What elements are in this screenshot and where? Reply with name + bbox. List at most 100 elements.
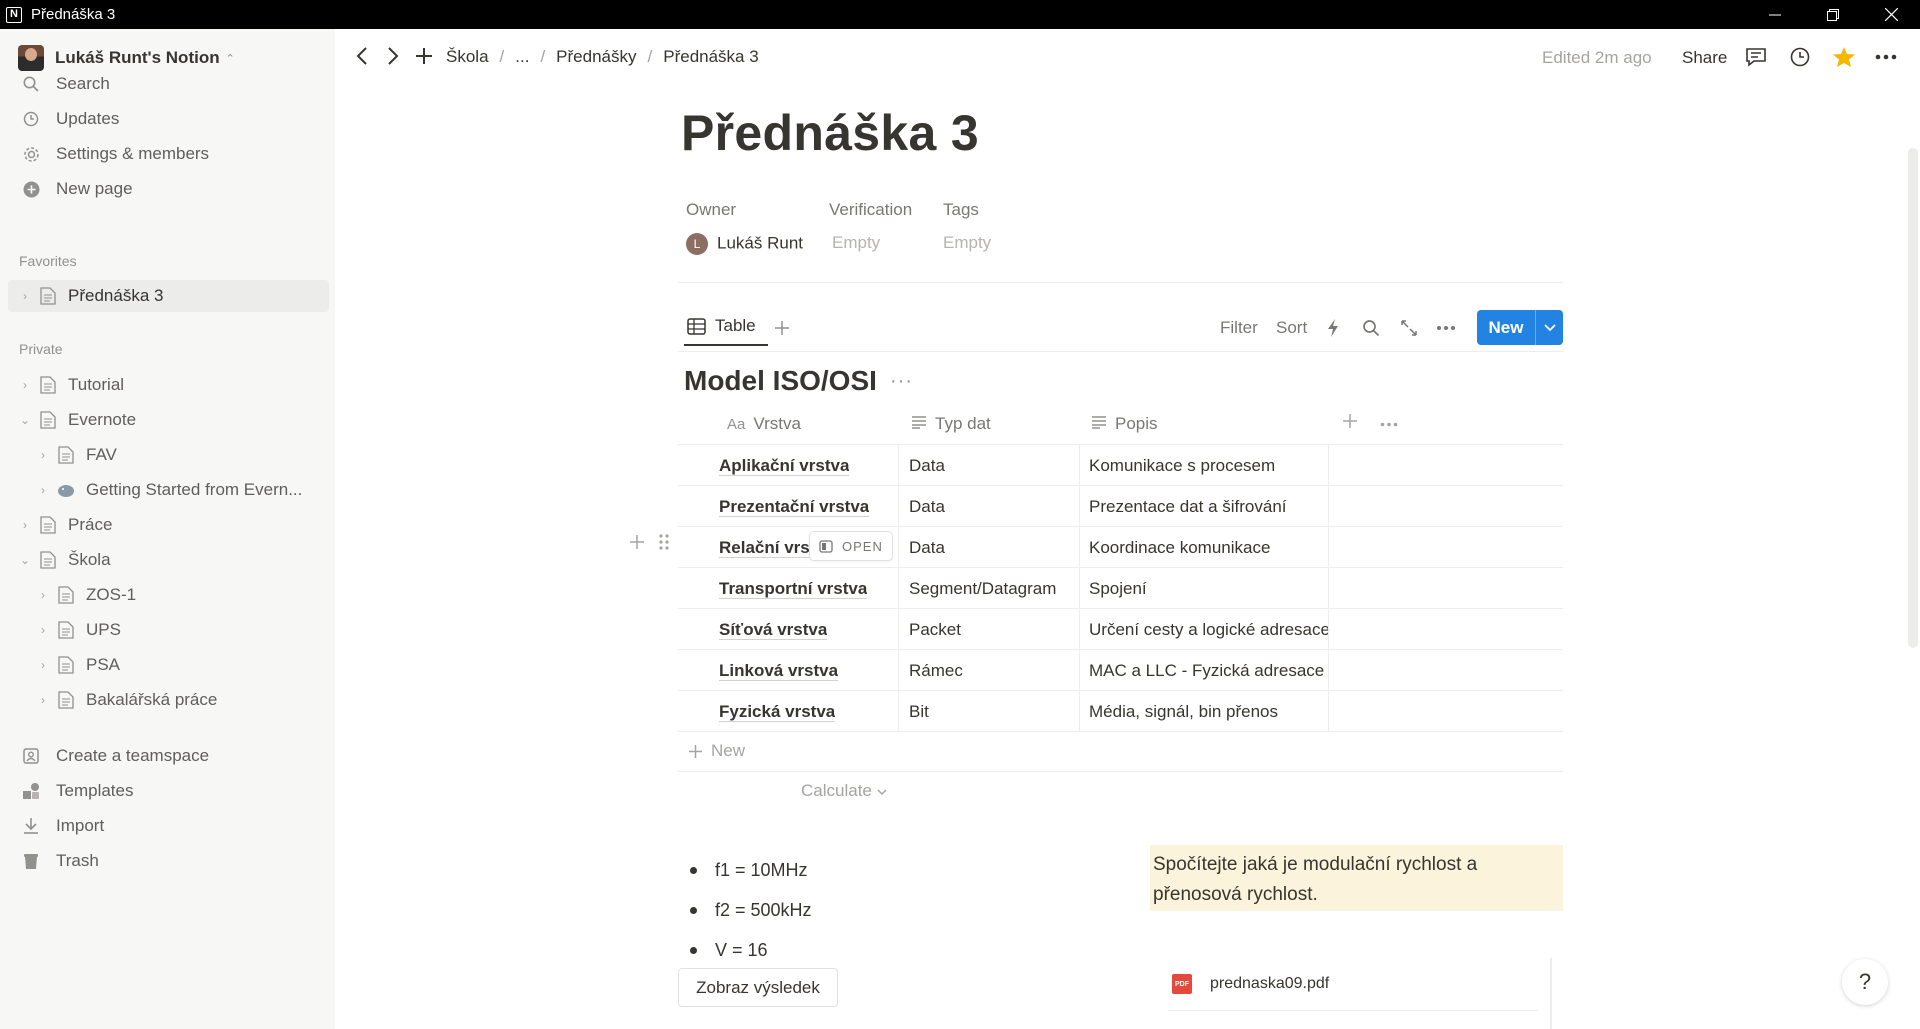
sidebar-templates[interactable]: Templates	[8, 775, 329, 807]
comment-icon[interactable]	[1743, 44, 1769, 70]
sidebar-create-teamspace[interactable]: Create a teamspace	[8, 740, 329, 772]
cell-vrstva[interactable]: Transportní vrstva	[719, 568, 868, 609]
list-item[interactable]: f1 = 10MHz	[690, 850, 812, 890]
cell-popis[interactable]: Spojení	[1089, 568, 1147, 609]
cell-popis[interactable]: Média, signál, bin přenos	[1089, 691, 1278, 732]
verification-value[interactable]: Empty	[832, 233, 880, 253]
sidebar-item-evernote[interactable]: ⌄ Evernote	[8, 404, 329, 436]
show-result-button[interactable]: Zobraz výsledek	[678, 968, 838, 1007]
breadcrumb-prednaska-3[interactable]: Přednáška 3	[663, 47, 758, 67]
tags-value[interactable]: Empty	[943, 233, 991, 253]
sidebar-import[interactable]: Import	[8, 810, 329, 842]
minimize-button[interactable]	[1746, 0, 1804, 29]
cell-vrstva[interactable]: Fyzická vrstva	[719, 691, 836, 732]
expand-icon[interactable]	[1397, 316, 1421, 340]
help-button[interactable]: ?	[1842, 959, 1888, 1005]
cell-vrstva[interactable]: Relační vrst	[719, 527, 816, 568]
page-title[interactable]: Přednáška 3	[681, 104, 979, 162]
close-window-button[interactable]	[1862, 0, 1920, 29]
cell-popis[interactable]: Komunikace s procesem	[1089, 445, 1275, 486]
chevron-right-icon[interactable]: ›	[18, 378, 32, 392]
sidebar-item-tutorial[interactable]: › Tutorial	[8, 369, 329, 401]
back-arrow-icon[interactable]	[355, 46, 369, 72]
chevron-right-icon[interactable]: ›	[36, 658, 50, 672]
cell-popis[interactable]: Koordinace komunikace	[1089, 527, 1270, 568]
chevron-right-icon[interactable]: ›	[18, 518, 32, 532]
sidebar-item-zos-1[interactable]: › ZOS-1	[8, 579, 329, 611]
owner-value[interactable]: L Lukáš Runt	[686, 233, 803, 255]
sidebar-trash[interactable]: Trash	[8, 845, 329, 877]
add-view-plus-icon[interactable]	[770, 316, 794, 340]
share-button[interactable]: Share	[1682, 48, 1727, 68]
chevron-right-icon[interactable]: ›	[36, 693, 50, 707]
sidebar-settings[interactable]: Settings & members	[8, 138, 329, 170]
scrollbar[interactable]	[1908, 148, 1918, 648]
forward-arrow-icon[interactable]	[386, 46, 400, 72]
new-record-button[interactable]: New	[1477, 310, 1563, 345]
filter-button[interactable]: Filter	[1220, 318, 1258, 338]
database-more-icon[interactable]: ···	[890, 370, 913, 393]
cell-typ[interactable]: Data	[909, 527, 945, 568]
table-row[interactable]: Síťová vrstva Packet Určení cesty a logi…	[678, 609, 1563, 650]
sidebar-item-ups[interactable]: › UPS	[8, 614, 329, 646]
table-row[interactable]: Linková vrstva Rámec MAC a LLC - Fyzická…	[678, 650, 1563, 691]
cell-popis[interactable]: Určení cesty a logické adresace	[1089, 609, 1330, 650]
cell-typ[interactable]: Rámec	[909, 650, 963, 691]
cell-vrstva[interactable]: Prezentační vrstva	[719, 486, 870, 527]
restore-button[interactable]	[1804, 0, 1862, 29]
chevron-right-icon[interactable]: ›	[36, 483, 50, 497]
list-item[interactable]: V = 16	[690, 930, 812, 970]
cell-typ[interactable]: Segment/Datagram	[909, 568, 1056, 609]
column-more-icon[interactable]	[1380, 422, 1398, 427]
chevron-right-icon[interactable]: ›	[36, 588, 50, 602]
list-item[interactable]: f2 = 500kHz	[690, 890, 812, 930]
sidebar-item-psa[interactable]: › PSA	[8, 649, 329, 681]
table-row[interactable]: Transportní vrstva Segment/Datagram Spoj…	[678, 568, 1563, 609]
column-header-typ-dat[interactable]: Typ dat	[911, 414, 991, 434]
chevron-right-icon[interactable]: ›	[18, 289, 32, 303]
table-row[interactable]: Aplikační vrstva Data Komunikace s proce…	[678, 445, 1563, 486]
sidebar-item-fav[interactable]: › FAV	[8, 439, 329, 471]
drag-handle-icon[interactable]	[658, 533, 670, 557]
more-options-icon[interactable]	[1434, 316, 1458, 340]
cell-vrstva[interactable]: Aplikační vrstva	[719, 445, 850, 486]
search-icon[interactable]	[1359, 316, 1383, 340]
column-header-popis[interactable]: Popis	[1091, 414, 1158, 434]
cell-typ[interactable]: Packet	[909, 609, 961, 650]
star-icon[interactable]	[1831, 44, 1857, 70]
chevron-down-icon[interactable]: ⌄	[18, 413, 32, 427]
sidebar-item-prednaska-3[interactable]: › Přednáška 3	[8, 280, 329, 312]
tab-table[interactable]: Table	[684, 316, 768, 346]
cell-vrstva[interactable]: Síťová vrstva	[719, 609, 828, 650]
chevron-right-icon[interactable]: ›	[36, 623, 50, 637]
breadcrumb-skola[interactable]: Škola	[446, 47, 489, 67]
pdf-filename[interactable]: prednaska09.pdf	[1210, 975, 1329, 993]
cell-popis[interactable]: Prezentace dat a šifrování	[1089, 486, 1287, 527]
table-row[interactable]: Prezentační vrstva Data Prezentace dat a…	[678, 486, 1563, 527]
cell-typ[interactable]: Data	[909, 445, 945, 486]
add-row-plus-icon[interactable]	[628, 533, 646, 557]
table-row[interactable]: Fyzická vrstva Bit Média, signál, bin př…	[678, 691, 1563, 732]
sidebar-item-bakalarska-prace[interactable]: › Bakalářská práce	[8, 684, 329, 716]
cell-vrstva[interactable]: Linková vrstva	[719, 650, 839, 691]
callout-block[interactable]: Spočítejte jaká je modulační rychlost a …	[1150, 845, 1563, 911]
cell-popis[interactable]: MAC a LLC - Fyzická adresace	[1089, 650, 1324, 691]
sidebar-new-page[interactable]: New page	[8, 173, 329, 205]
chevron-right-icon[interactable]: ›	[36, 448, 50, 462]
chevron-down-icon[interactable]: ⌄	[18, 553, 32, 567]
chevron-down-icon[interactable]	[1535, 310, 1563, 345]
sort-button[interactable]: Sort	[1276, 318, 1307, 338]
sidebar-item-prace[interactable]: › Práce	[8, 509, 329, 541]
cell-typ[interactable]: Data	[909, 486, 945, 527]
pdf-embed[interactable]: PDF prednaska09.pdf	[1160, 958, 1552, 1029]
sidebar-item-getting-started[interactable]: › Getting Started from Evern...	[8, 474, 329, 506]
database-title[interactable]: Model ISO/OSI	[684, 365, 877, 397]
history-clock-icon[interactable]	[1787, 44, 1813, 70]
add-page-plus-icon[interactable]	[415, 46, 433, 72]
open-row-button[interactable]: OPEN	[809, 531, 893, 561]
sidebar-item-skola[interactable]: ⌄ Škola	[8, 544, 329, 576]
breadcrumb-ellipsis[interactable]: ...	[515, 47, 529, 67]
sidebar-search[interactable]: Search	[8, 68, 329, 100]
column-header-vrstva[interactable]: Aa Vrstva	[727, 414, 801, 434]
add-property-plus-icon[interactable]	[1342, 413, 1358, 429]
